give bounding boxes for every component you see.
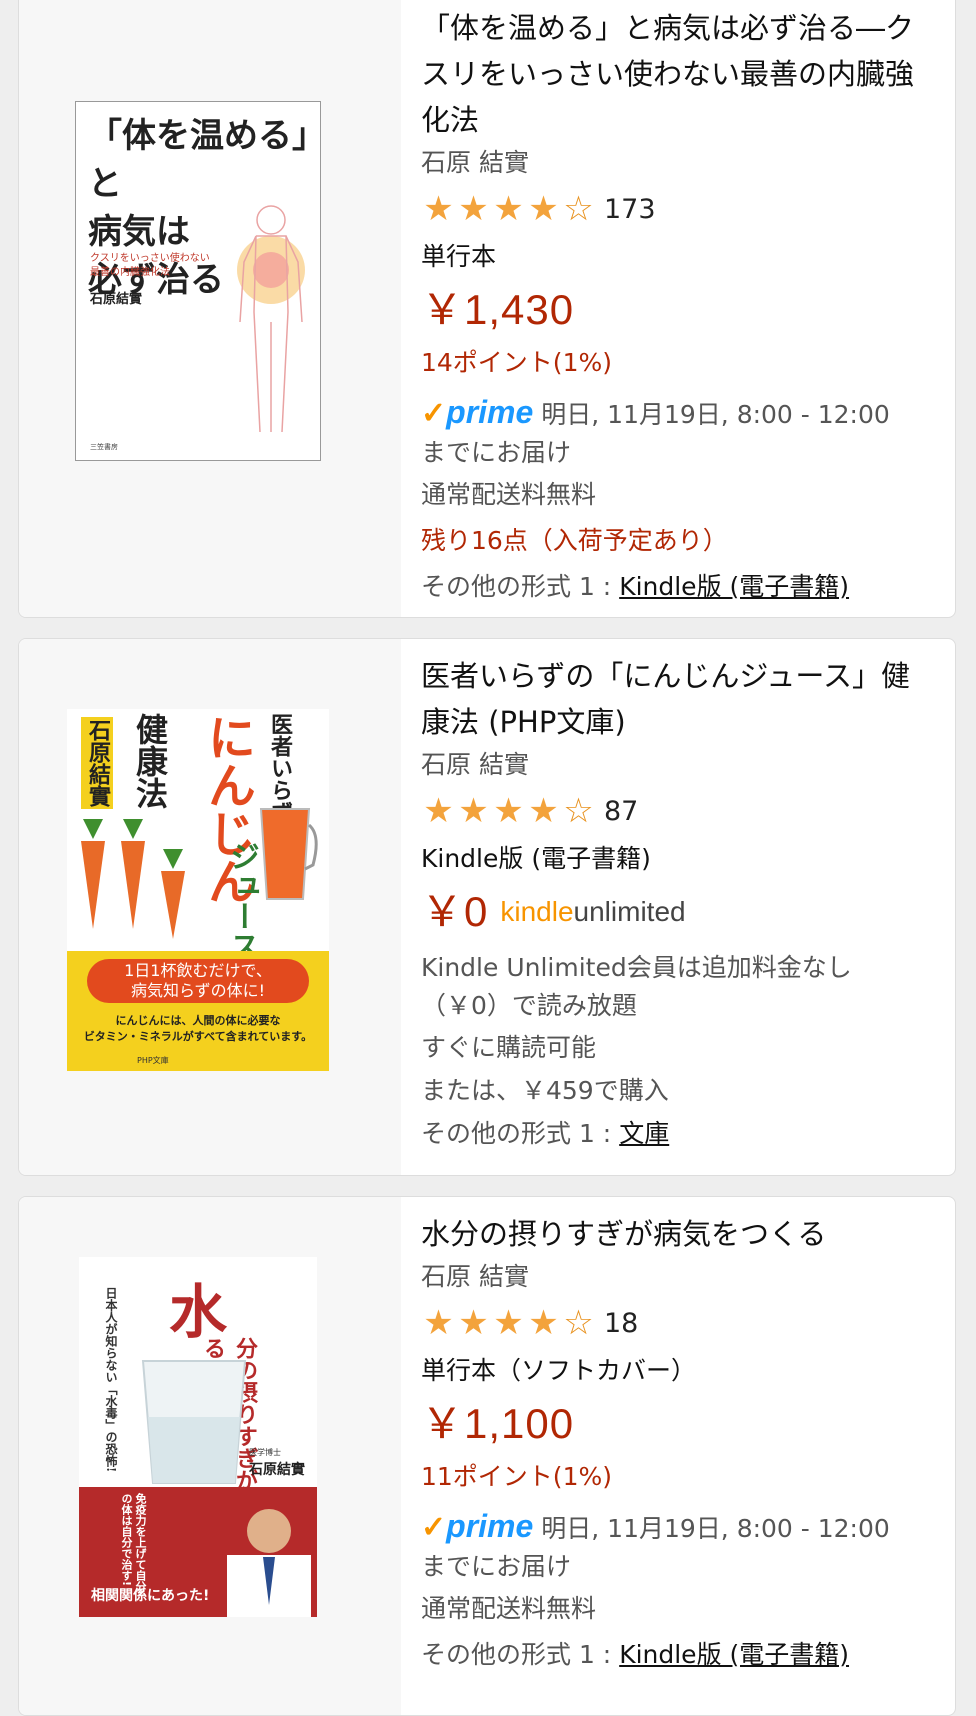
other-formats: その他の形式 1 : 文庫 (421, 1111, 937, 1157)
cover-side-text: 日本人が知らない「水毒」の恐怖! (104, 1287, 118, 1473)
star-full-icon: ★ (458, 791, 489, 831)
other-formats-link[interactable]: 文庫 (619, 1119, 669, 1148)
product-title[interactable]: 「体を温める」と病気は必ず治る―クスリをいっさい使わない最善の内臓強化法 (421, 5, 937, 143)
carrot-illustration (81, 819, 185, 939)
product-price: ￥0 (421, 888, 489, 935)
product-card[interactable]: 「体を温める」と 病気は 必ず治る クスリをいっさい使わない 最善の内臓強化法 … (18, 0, 956, 618)
water-glass-illustration (141, 1360, 247, 1484)
product-author: 石原 結實 (421, 1262, 529, 1291)
delivery-info: ✓prime 明日, 11月19日, 8:00 - 12:00 までにお届け (421, 1507, 937, 1586)
rating-row[interactable]: ★ ★ ★ ★ ☆ 173 (421, 183, 937, 235)
star-empty-icon: ☆ (563, 791, 594, 831)
cover-band-bottom: 相関関係にあった! (91, 1588, 210, 1604)
alt-purchase: または、￥459で購入 (421, 1076, 669, 1105)
price-row: ￥0 kindleunlimited (421, 881, 937, 943)
cover-health: 健康法 (131, 713, 169, 809)
cover-pill: 1日1杯飲むだけで、 病気知らずの体に! (87, 959, 309, 1003)
cover-author: 石原結實 (81, 717, 113, 809)
product-price: ￥1,430 (421, 286, 575, 333)
star-half-icon: ★ (528, 189, 559, 229)
star-rating: ★ ★ ★ ★ ☆ (421, 1306, 596, 1340)
product-format: Kindle版 (電子書籍) (421, 844, 651, 873)
other-formats: その他の形式 1 : Kindle版 (電子書籍) (421, 564, 937, 610)
stock-status: 残り16点（入荷予定あり） (421, 526, 728, 555)
star-full-icon: ★ (493, 189, 524, 229)
rating-row[interactable]: ★ ★ ★ ★ ☆ 18 (421, 1297, 937, 1349)
shipping-info: 通常配送料無料 (421, 1594, 597, 1623)
prime-logo: ✓prime (421, 394, 534, 430)
delivery-date: 明日, 11月19日, 8:00 - 12:00 (541, 1514, 890, 1543)
cover-band-text: 免疫力を上げて自分の体は自分で治す! (120, 1493, 147, 1592)
delivery-info: ✓prime 明日, 11月19日, 8:00 - 12:00 までにお届け (421, 393, 937, 472)
product-image-area[interactable]: 「体を温める」と 病気は 必ず治る クスリをいっさい使わない 最善の内臓強化法 … (19, 0, 401, 617)
product-info: 「体を温める」と病気は必ず治る―クスリをいっさい使わない最善の内臓強化法 石原 … (421, 5, 937, 610)
star-full-icon: ★ (493, 791, 524, 831)
other-formats-label: その他の形式 1 : (421, 1640, 612, 1669)
cover-band: 免疫力を上げて自分の体は自分で治す! 相関関係にあった! (79, 1487, 317, 1617)
juice-glass-illustration (259, 808, 318, 900)
product-author: 石原 結實 (421, 750, 529, 779)
rating-count[interactable]: 173 (604, 194, 656, 225)
author-photo (227, 1509, 311, 1617)
product-info: 水分の摂りすぎが病気をつくる 石原 結實 ★ ★ ★ ★ ☆ 18 単行本（ソフ… (421, 1211, 937, 1678)
shipping-info: 通常配送料無料 (421, 480, 597, 509)
cover-publisher: 三笠書房 (90, 443, 118, 451)
cover-author: 石原結實 (90, 292, 143, 307)
product-price: ￥1,100 (421, 1400, 575, 1447)
rating-count[interactable]: 18 (604, 1308, 638, 1339)
star-full-icon: ★ (423, 791, 454, 831)
product-title[interactable]: 医者いらずの「にんじんジュース」健康法 (PHP文庫) (421, 653, 937, 745)
star-full-icon: ★ (458, 1303, 489, 1343)
product-format: 単行本（ソフトカバー） (421, 1356, 697, 1385)
book-cover-image[interactable]: 水 分の摂りすぎが病気をつくる 日本人が知らない「水毒」の恐怖! 医学博士 石原… (79, 1257, 317, 1617)
star-empty-icon: ☆ (563, 189, 594, 229)
book-cover-image[interactable]: 「体を温める」と 病気は 必ず治る クスリをいっさい使わない 最善の内臓強化法 … (75, 101, 321, 461)
prime-check-icon: ✓ (421, 1511, 447, 1544)
product-card[interactable]: 水 分の摂りすぎが病気をつくる 日本人が知らない「水毒」の恐怖! 医学博士 石原… (18, 1196, 956, 1716)
cover-publisher: PHP文庫 (137, 1056, 169, 1065)
rating-count[interactable]: 87 (604, 796, 638, 827)
other-formats-link[interactable]: Kindle版 (電子書籍) (619, 572, 849, 601)
star-full-icon: ★ (423, 1303, 454, 1343)
product-list: 「体を温める」と 病気は 必ず治る クスリをいっさい使わない 最善の内臓強化法 … (0, 0, 976, 1716)
star-half-icon: ★ (528, 1303, 559, 1343)
product-image-area[interactable]: 水 分の摂りすぎが病気をつくる 日本人が知らない「水毒」の恐怖! 医学博士 石原… (19, 1197, 401, 1715)
cover-subtitle: クスリをいっさい使わない 最善の内臓強化法 (90, 253, 210, 278)
other-formats-label: その他の形式 1 : (421, 572, 612, 601)
prime-logo: ✓prime (421, 1508, 534, 1544)
delivery-date: 明日, 11月19日, 8:00 - 12:00 (541, 400, 890, 429)
delivery-suffix: までにお届け (421, 438, 572, 467)
star-full-icon: ★ (493, 1303, 524, 1343)
delivery-suffix: までにお届け (421, 1552, 572, 1581)
product-author: 石原 結實 (421, 148, 529, 177)
product-points: 14ポイント(1%) (421, 348, 612, 377)
star-empty-icon: ☆ (563, 1303, 594, 1343)
product-image-area[interactable]: 石原結實 健康法 医者いらずの にんじん ジュース 1日1杯飲むだけで、 病気知… (19, 639, 401, 1175)
star-full-icon: ★ (423, 189, 454, 229)
ku-note: Kindle Unlimited会員は追加料金なし （￥0）で読み放題 (421, 953, 852, 1020)
kindle-unlimited-logo: kindleunlimited (500, 896, 686, 927)
cover-author: 石原結實 (249, 1462, 305, 1478)
other-formats-label: その他の形式 1 : (421, 1119, 612, 1148)
product-title[interactable]: 水分の摂りすぎが病気をつくる (421, 1211, 937, 1257)
cover-small-text: にんじんには、人間の体に必要な ビタミン・ミネラルがすべて含まれています。 (83, 1014, 313, 1043)
product-info: 医者いらずの「にんじんジュース」健康法 (PHP文庫) 石原 結實 ★ ★ ★ … (421, 653, 937, 1157)
body-illustration (237, 205, 305, 433)
product-format: 単行本 (421, 242, 497, 271)
cover-author-title: 医学博士 (249, 1448, 281, 1457)
other-formats-link[interactable]: Kindle版 (電子書籍) (619, 1640, 849, 1669)
product-card[interactable]: 石原結實 健康法 医者いらずの にんじん ジュース 1日1杯飲むだけで、 病気知… (18, 638, 956, 1176)
product-points: 11ポイント(1%) (421, 1462, 612, 1491)
cover-band: 1日1杯飲むだけで、 病気知らずの体に! にんじんには、人間の体に必要な ビタミ… (67, 951, 329, 1071)
star-half-icon: ★ (528, 791, 559, 831)
other-formats: その他の形式 1 : Kindle版 (電子書籍) (421, 1632, 937, 1678)
prime-check-icon: ✓ (421, 397, 447, 430)
star-rating: ★ ★ ★ ★ ☆ (421, 794, 596, 828)
star-full-icon: ★ (458, 189, 489, 229)
rating-row[interactable]: ★ ★ ★ ★ ☆ 87 (421, 785, 937, 837)
book-cover-image[interactable]: 石原結實 健康法 医者いらずの にんじん ジュース 1日1杯飲むだけで、 病気知… (67, 709, 329, 1071)
availability: すぐに購読可能 (421, 1033, 597, 1062)
star-rating: ★ ★ ★ ★ ☆ (421, 192, 596, 226)
